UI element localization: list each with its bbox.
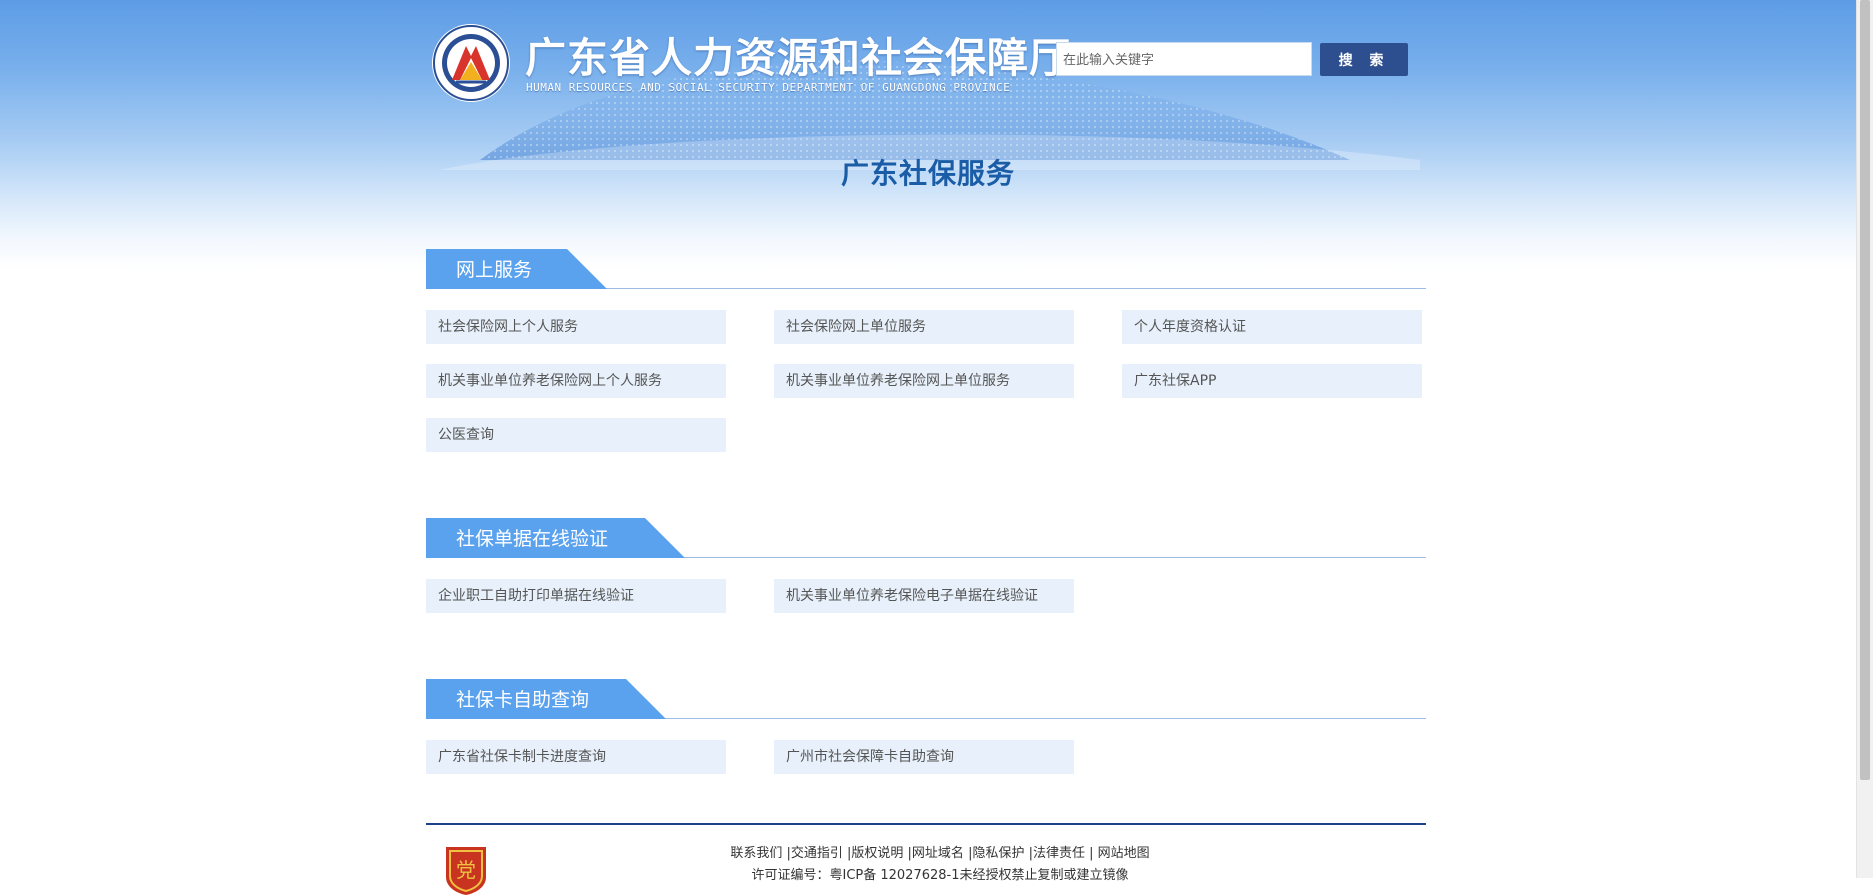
footer-links: 联系我们 |交通指引 |版权说明 |网址域名 |隐私保护 |法律责任 | 网站地…: [730, 846, 1150, 861]
vertical-scrollbar[interactable]: [1856, 0, 1873, 878]
section-online-services: 网上服务 社会保险网上个人服务 社会保险网上单位服务 个人年度资格认证 机关事业…: [426, 249, 1426, 452]
section-title-tab: 网上服务: [426, 249, 607, 289]
section-card-query: 社保卡自助查询 广东省社保卡制卡进度查询 广州市社会保障卡自助查询: [426, 679, 1426, 774]
section-header: 社保卡自助查询: [426, 679, 1426, 719]
section-header: 社保单据在线验证: [426, 518, 1426, 558]
footer-link-sitemap[interactable]: 网站地图: [1098, 846, 1150, 861]
header-banner: 广东省人力资源和社会保障厅 HUMAN RESOURCES AND SOCIAL…: [0, 0, 1856, 270]
site-title: 广东省人力资源和社会保障厅: [525, 34, 1071, 82]
search-input[interactable]: [1056, 42, 1312, 76]
department-logo-emblem: [432, 24, 510, 102]
footer-link-contact[interactable]: 联系我们: [730, 846, 782, 861]
link-public-medical-query[interactable]: 公医查询: [426, 418, 726, 452]
footer-link-traffic[interactable]: 交通指引: [791, 846, 843, 861]
link-card-production-progress[interactable]: 广东省社保卡制卡进度查询: [426, 740, 726, 774]
footer-link-domain[interactable]: 网址域名: [912, 846, 964, 861]
section-title-tab: 社保单据在线验证: [426, 518, 685, 558]
service-link-grid: 社会保险网上个人服务 社会保险网上单位服务 个人年度资格认证 机关事业单位养老保…: [426, 310, 1426, 452]
footer-divider: [426, 823, 1426, 825]
card-query-link-grid: 广东省社保卡制卡进度查询 广州市社会保障卡自助查询: [426, 740, 1426, 774]
link-employer-social-insurance[interactable]: 社会保险网上单位服务: [774, 310, 1074, 344]
link-personal-social-insurance[interactable]: 社会保险网上个人服务: [426, 310, 726, 344]
link-guangzhou-card-query[interactable]: 广州市社会保障卡自助查询: [774, 740, 1074, 774]
footer-license: 许可证编号：粤ICP备 12027628-1未经授权禁止复制或建立镜像: [751, 868, 1129, 883]
link-public-pension-personal[interactable]: 机关事业单位养老保险网上个人服务: [426, 364, 726, 398]
section-title-tab: 社保卡自助查询: [426, 679, 666, 719]
site-subtitle: HUMAN RESOURCES AND SOCIAL SECURITY DEPA…: [526, 81, 1011, 94]
link-public-pension-employer[interactable]: 机关事业单位养老保险网上单位服务: [774, 364, 1074, 398]
link-enterprise-receipt-verification[interactable]: 企业职工自助打印单据在线验证: [426, 579, 726, 613]
page-title: 广东社保服务: [840, 157, 1015, 190]
search-button[interactable]: 搜 索: [1320, 43, 1408, 76]
link-social-security-app[interactable]: 广东社保APP: [1122, 364, 1422, 398]
scrollbar-thumb[interactable]: [1860, 0, 1870, 780]
link-public-pension-e-receipt-verification[interactable]: 机关事业单位养老保险电子单据在线验证: [774, 579, 1074, 613]
footer-link-copyright[interactable]: 版权说明: [851, 846, 903, 861]
footer-link-legal[interactable]: 法律责任: [1033, 846, 1085, 861]
link-annual-qualification[interactable]: 个人年度资格认证: [1122, 310, 1422, 344]
section-header: 网上服务: [426, 249, 1426, 289]
verification-link-grid: 企业职工自助打印单据在线验证 机关事业单位养老保险电子单据在线验证: [426, 579, 1426, 613]
section-document-verification: 社保单据在线验证 企业职工自助打印单据在线验证 机关事业单位养老保险电子单据在线…: [426, 518, 1426, 613]
footer-link-privacy[interactable]: 隐私保护: [972, 846, 1024, 861]
